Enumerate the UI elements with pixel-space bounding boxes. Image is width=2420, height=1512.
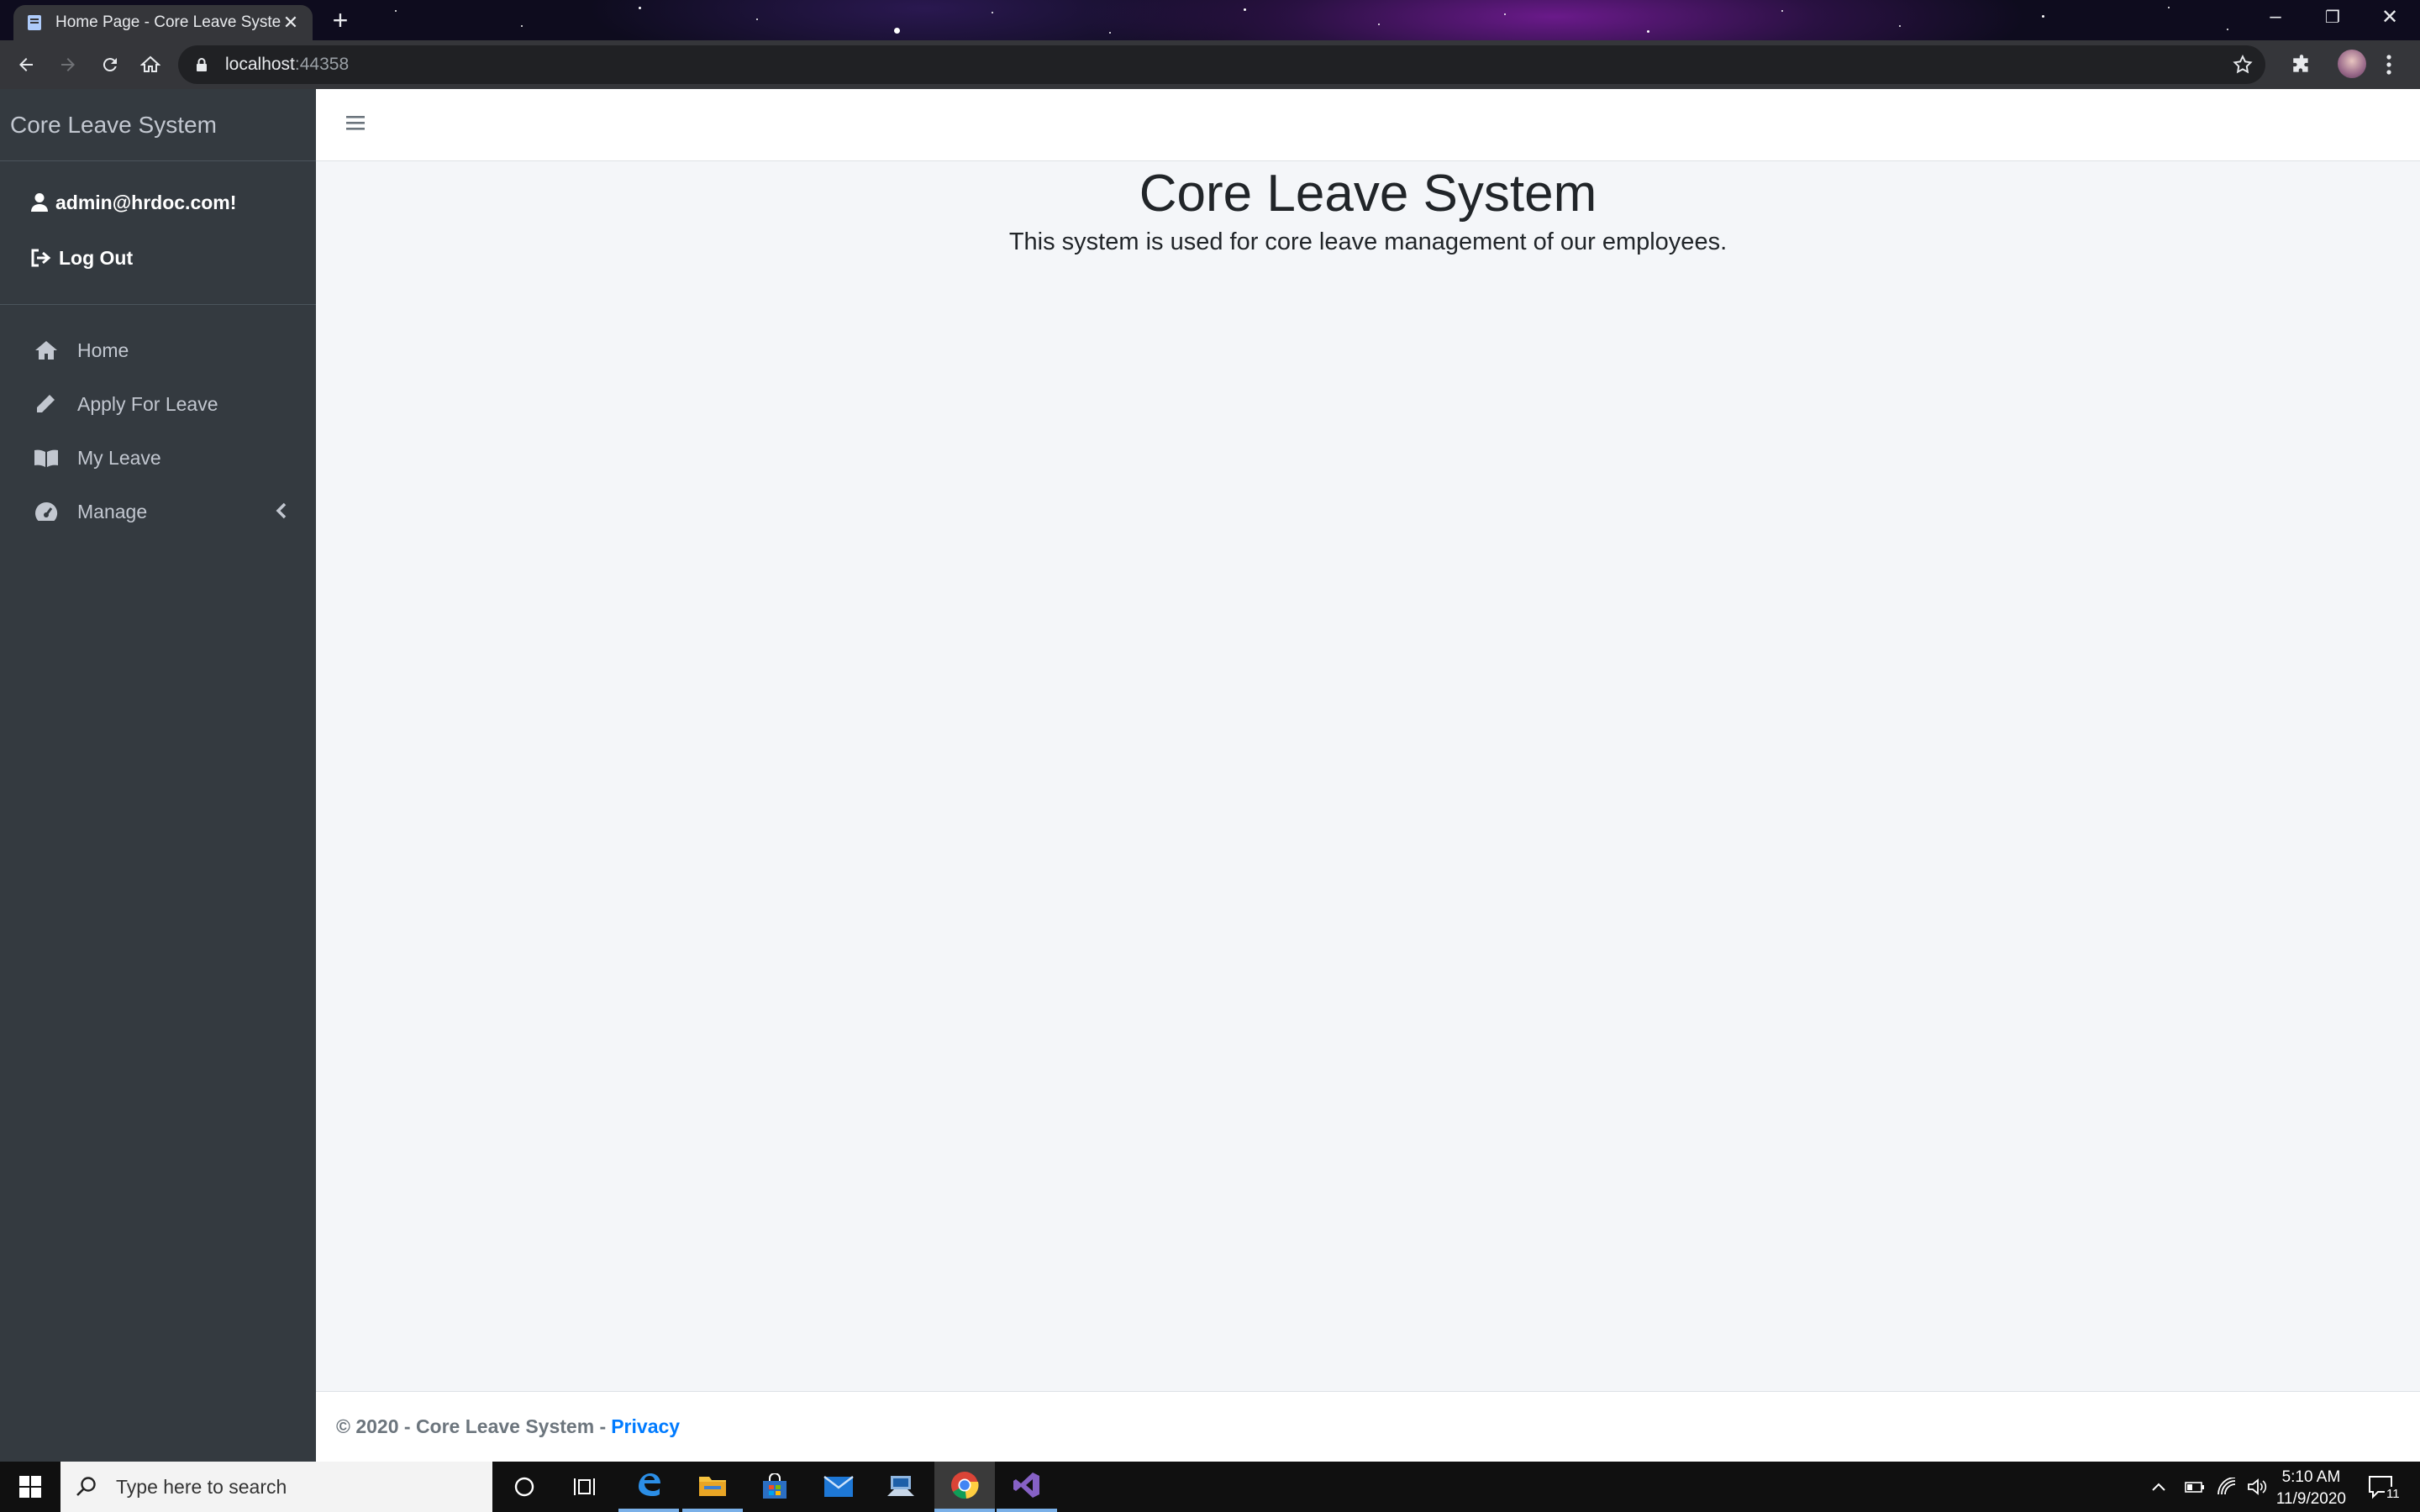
brand-link[interactable]: Core Leave System — [0, 89, 316, 161]
notification-count: 11 — [2385, 1487, 2402, 1501]
dashboard-icon — [34, 501, 60, 522]
back-icon[interactable] — [7, 45, 45, 84]
url-host: localhost — [225, 55, 295, 74]
privacy-link[interactable]: Privacy — [611, 1415, 680, 1438]
remote-desktop-icon[interactable] — [871, 1462, 931, 1512]
document-icon — [28, 15, 41, 30]
search-icon — [76, 1477, 96, 1496]
network-icon[interactable] — [2217, 1478, 2237, 1496]
sidebar-nav: Home Apply For Leave My Leave Manage — [0, 305, 316, 538]
sidebar: Core Leave System admin@hrdoc.com! Log O… — [0, 89, 316, 1462]
sidebar-item-label: Apply For Leave — [77, 392, 218, 415]
tab-title: Home Page - Core Leave System — [55, 13, 281, 31]
footer: © 2020 - Core Leave System - Privacy — [316, 1391, 2420, 1462]
top-navbar — [316, 89, 2420, 161]
new-tab-icon[interactable]: + — [328, 7, 353, 34]
file-explorer-icon[interactable] — [682, 1462, 743, 1512]
address-bar[interactable]: localhost:44358 — [178, 45, 2265, 84]
sidebar-item-my-leave[interactable]: My Leave — [0, 431, 316, 485]
chrome-icon[interactable] — [934, 1462, 995, 1512]
user-icon — [31, 193, 48, 212]
profile-avatar[interactable] — [2338, 50, 2366, 78]
chevron-up-icon[interactable] — [2151, 1481, 2166, 1493]
volume-icon[interactable] — [2247, 1478, 2267, 1496]
windows-start-icon[interactable] — [0, 1462, 60, 1512]
user-panel: admin@hrdoc.com! Log Out — [0, 161, 316, 305]
browser-menu-icon[interactable] — [2385, 52, 2393, 81]
page-lead: This system is used for core leave manag… — [1008, 228, 1728, 255]
extensions-icon[interactable] — [2291, 54, 2312, 80]
home-icon — [34, 339, 60, 361]
taskbar: Type here to search 5:10 AM 11/9/2020 11 — [0, 1462, 2420, 1512]
edge-icon[interactable] — [618, 1462, 679, 1512]
pencil-icon — [34, 392, 60, 416]
main-content: Core Leave System This system is used fo… — [316, 161, 2420, 256]
logout-label: Log Out — [59, 246, 134, 269]
bookmark-star-icon[interactable] — [2232, 54, 2254, 76]
battery-icon[interactable] — [2185, 1479, 2205, 1494]
footer-copyright: © 2020 - Core Leave System - — [336, 1415, 607, 1437]
logout-link[interactable]: Log Out — [0, 230, 316, 286]
taskbar-clock[interactable]: 5:10 AM 11/9/2020 — [2276, 1467, 2346, 1510]
reload-icon[interactable] — [91, 45, 129, 84]
notification-center-icon[interactable]: 11 — [2368, 1475, 2402, 1504]
sidebar-item-label: Manage — [77, 500, 148, 522]
lock-icon — [197, 58, 207, 71]
browser-toolbar: localhost:44358 — [0, 40, 2420, 89]
task-view-icon[interactable] — [555, 1462, 615, 1512]
sign-out-icon — [31, 249, 51, 267]
user-email-link[interactable]: admin@hrdoc.com! — [0, 175, 316, 230]
clock-time: 5:10 AM — [2281, 1468, 2341, 1486]
store-icon[interactable] — [744, 1462, 805, 1512]
user-email: admin@hrdoc.com! — [55, 191, 237, 213]
restore-icon[interactable]: ❐ — [2316, 7, 2349, 28]
hamburger-menu-icon[interactable] — [346, 114, 365, 135]
clock-date: 11/9/2020 — [2275, 1490, 2346, 1508]
home-browser-icon[interactable] — [131, 45, 170, 84]
url-port: :44358 — [294, 55, 350, 74]
window-close-icon[interactable]: ✕ — [2373, 5, 2407, 29]
mail-icon[interactable] — [808, 1462, 869, 1512]
taskbar-search-placeholder: Type here to search — [116, 1475, 287, 1498]
sidebar-item-apply-for-leave[interactable]: Apply For Leave — [0, 377, 316, 431]
close-tab-icon[interactable]: ✕ — [281, 12, 301, 34]
sidebar-item-home[interactable]: Home — [0, 323, 316, 377]
sidebar-item-label: My Leave — [77, 446, 161, 469]
chevron-left-icon — [276, 502, 287, 519]
cortana-icon[interactable] — [494, 1462, 555, 1512]
visual-studio-icon[interactable] — [997, 1462, 1057, 1512]
sidebar-item-label: Home — [77, 339, 129, 361]
sidebar-item-manage[interactable]: Manage — [0, 485, 316, 538]
minimize-icon[interactable]: – — [2259, 5, 2292, 29]
book-icon — [34, 448, 60, 468]
forward-icon[interactable] — [49, 45, 87, 84]
page-title: Core Leave System — [1139, 165, 1597, 223]
browser-tab[interactable]: Home Page - Core Leave System ✕ — [13, 5, 313, 40]
taskbar-search[interactable]: Type here to search — [60, 1462, 492, 1512]
system-tray — [2151, 1462, 2267, 1512]
browser-tab-strip: Home Page - Core Leave System ✕ + – ❐ ✕ — [0, 0, 2420, 40]
